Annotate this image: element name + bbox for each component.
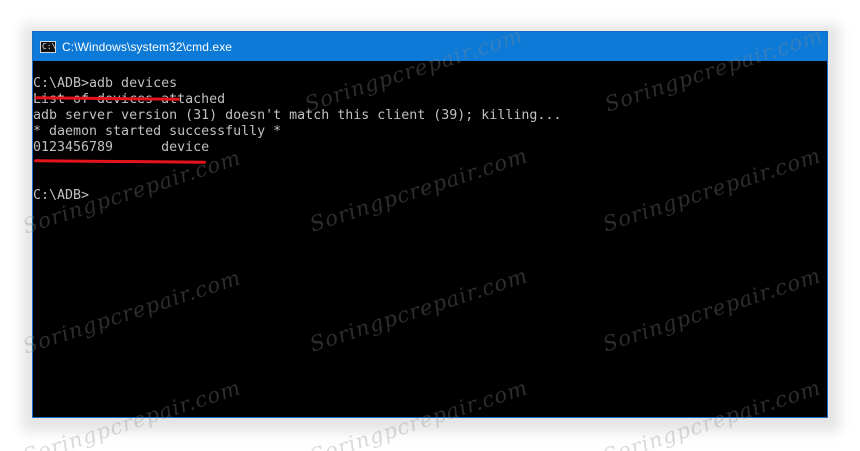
- console-line-daemon-started: * daemon started successfully *: [33, 124, 282, 139]
- console-line-version-mismatch: adb server version (31) doesn't match th…: [33, 108, 562, 123]
- console-line-blank-1: [33, 156, 827, 172]
- console-line-device-entry: 0123456789 device: [33, 140, 210, 155]
- cmd-console-icon: C:\: [40, 40, 57, 53]
- window-title: C:\Windows\system32\cmd.exe: [62, 39, 233, 54]
- screenshot-canvas: C:\ C:\Windows\system32\cmd.exe C:\ADB>a…: [0, 0, 860, 451]
- console-prompt[interactable]: C:\ADB>: [33, 188, 827, 204]
- cmd-window: C:\ C:\Windows\system32\cmd.exe C:\ADB>a…: [32, 31, 828, 418]
- title-bar[interactable]: C:\ C:\Windows\system32\cmd.exe: [33, 32, 827, 61]
- console-line-blank-2: [33, 172, 827, 188]
- console-output[interactable]: C:\ADB>adb devices List of devices attac…: [33, 76, 827, 417]
- console-line-command: C:\ADB>adb devices: [33, 76, 178, 91]
